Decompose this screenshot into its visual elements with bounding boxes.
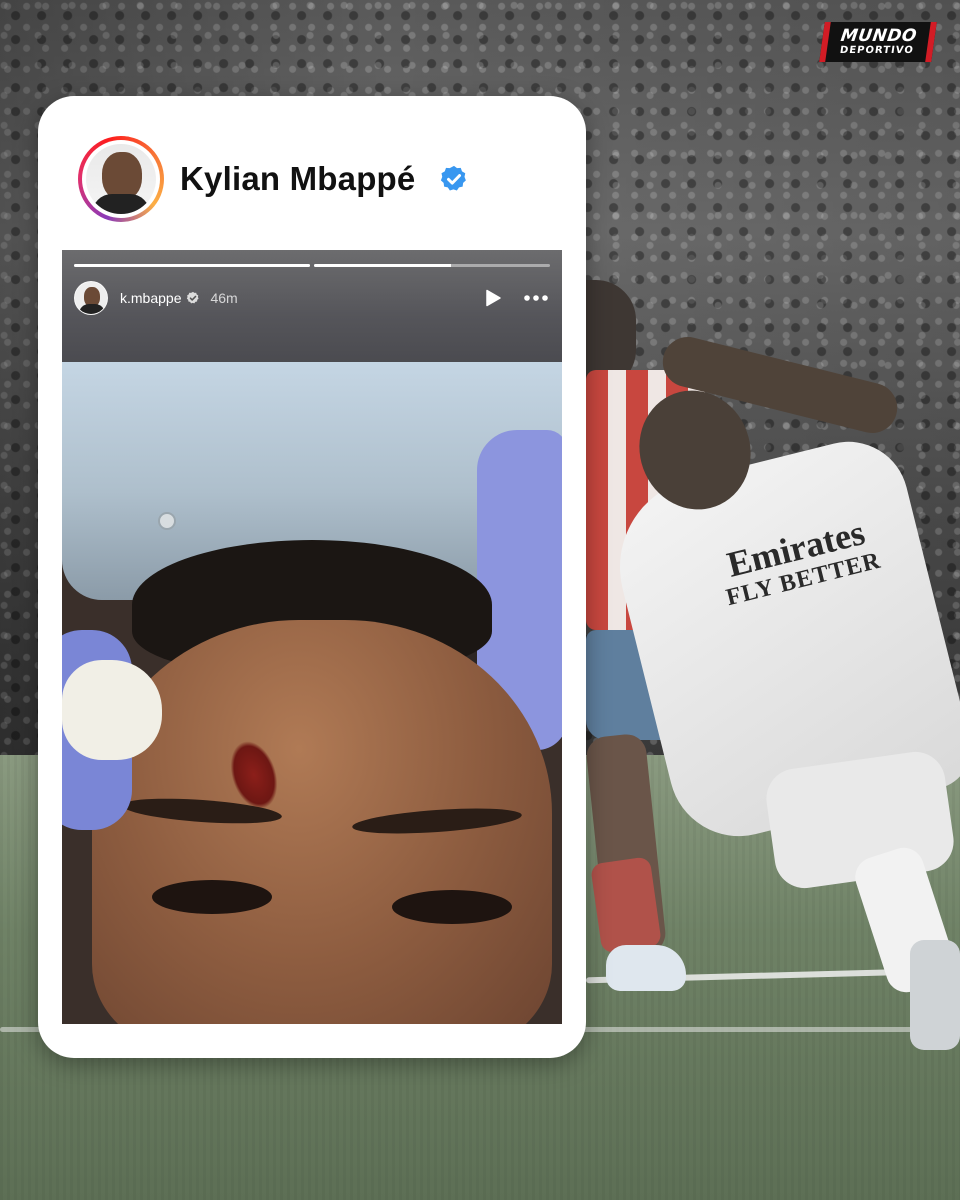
progress-segment bbox=[314, 264, 550, 267]
progress-segment bbox=[74, 264, 310, 267]
real-madrid-player: Emirates FLY BETTER bbox=[600, 331, 960, 1060]
story-progress bbox=[74, 264, 550, 267]
more-options-icon bbox=[524, 295, 548, 301]
progress-fill bbox=[74, 264, 310, 267]
progress-fill bbox=[314, 264, 451, 267]
logo-line-1: MUNDO bbox=[839, 26, 919, 46]
story-username[interactable]: k.mbappe bbox=[120, 290, 181, 306]
verified-badge-icon bbox=[441, 165, 467, 191]
story-card: Kylian Mbappé k.mbappe 46m bbox=[38, 96, 586, 1058]
instagram-story[interactable]: k.mbappe 46m bbox=[62, 250, 562, 1024]
profile-header: Kylian Mbappé bbox=[78, 136, 469, 222]
play-icon bbox=[486, 289, 501, 307]
story-overlay: k.mbappe 46m bbox=[62, 250, 562, 362]
gauze bbox=[62, 660, 162, 760]
story-header: k.mbappe 46m bbox=[74, 280, 550, 316]
story-avatar[interactable] bbox=[74, 281, 108, 315]
play-button[interactable] bbox=[480, 285, 506, 311]
story-photo bbox=[62, 360, 562, 1024]
profile-display-name[interactable]: Kylian Mbappé bbox=[180, 160, 415, 198]
story-actions bbox=[480, 285, 550, 311]
verified-badge-icon bbox=[187, 291, 200, 304]
avatar-image bbox=[86, 144, 156, 214]
mundo-deportivo-logo: MUNDO DEPORTIVO bbox=[819, 22, 937, 62]
profile-avatar[interactable] bbox=[78, 136, 164, 222]
more-options-button[interactable] bbox=[522, 285, 550, 311]
logo-line-2: DEPORTIVO bbox=[839, 45, 915, 56]
story-timestamp: 46m bbox=[210, 290, 238, 306]
